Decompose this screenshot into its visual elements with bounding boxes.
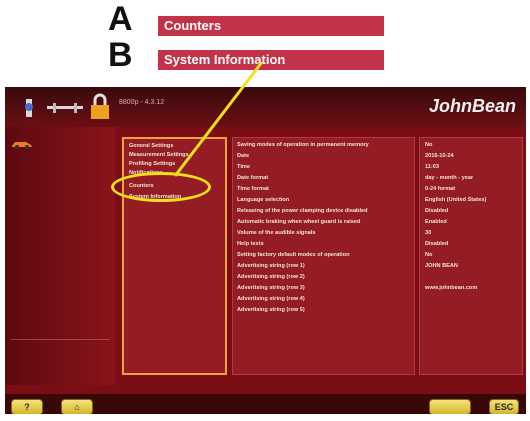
balancer-icon [25, 99, 33, 117]
setting-label[interactable]: Advertising string (row 2) [237, 274, 305, 280]
help-button[interactable]: ? [11, 399, 43, 414]
device-screen: 8800p - 4.3.12 JohnBean General Settings… [5, 87, 526, 414]
esc-button[interactable]: ESC [489, 399, 519, 414]
setting-label[interactable]: Advertising string (row 1) [237, 263, 305, 269]
callout-letter-a: A [108, 0, 133, 38]
setting-label[interactable]: Saving modes of operation in permanent m… [237, 142, 369, 148]
menu-item-measurement[interactable]: Measurement Settings [129, 152, 189, 158]
setting-label[interactable]: Releasing of the power clamping device d… [237, 208, 368, 214]
home-button[interactable]: ⌂ [61, 399, 93, 414]
setting-label[interactable]: Time format [237, 186, 269, 192]
setting-value[interactable]: Enabled [425, 219, 447, 225]
highlight-ellipse [111, 172, 211, 202]
setting-label[interactable]: Volume of the audible signals [237, 230, 316, 236]
top-bar: 8800p - 4.3.12 JohnBean [5, 87, 526, 127]
menu-item-general[interactable]: General Settings [129, 143, 173, 149]
setting-label[interactable]: Advertising string (row 4) [237, 296, 305, 302]
setting-value[interactable]: 30 [425, 230, 431, 236]
setting-value[interactable]: English (United States) [425, 197, 486, 203]
setting-value[interactable]: day - month - year [425, 175, 473, 181]
home-icon: ⌂ [74, 402, 80, 412]
setting-label[interactable]: Language selection [237, 197, 289, 203]
confirm-button[interactable] [429, 399, 471, 414]
wheel-clamp-icon [47, 103, 83, 113]
setting-label[interactable]: Date [237, 153, 249, 159]
menu-item-profiling[interactable]: Profiling Settings [129, 161, 175, 167]
software-version: 8800p - 4.3.12 [119, 99, 165, 106]
car-icon [12, 142, 32, 149]
johnbean-logo: JohnBean [428, 96, 516, 116]
setting-value[interactable]: Disabled [425, 241, 448, 247]
setting-value[interactable]: 2016-10-24 [425, 153, 454, 159]
setting-value[interactable]: www.johnbean.com [425, 285, 477, 291]
setting-label[interactable]: Advertising string (row 5) [237, 307, 305, 313]
setting-label[interactable]: Setting factory default modes of operati… [237, 252, 350, 258]
setting-value[interactable]: JOHN BEAN [425, 263, 458, 269]
setting-value[interactable]: 11:03 [425, 164, 439, 170]
setting-label[interactable]: Date format [237, 175, 268, 181]
setting-value[interactable]: No [425, 252, 432, 258]
callout-letter-b: B [108, 36, 133, 74]
bottom-bar: ? ⌂ ESC [5, 394, 526, 414]
callout-label-a: Counters [158, 16, 384, 36]
setting-label[interactable]: Advertising string (row 3) [237, 285, 305, 291]
left-panel-divider [11, 339, 109, 340]
settings-values-column: No 2016-10-24 11:03 day - month - year 0… [419, 137, 523, 375]
callout-label-b: System Information [158, 50, 384, 70]
setting-label[interactable]: Help texts [237, 241, 264, 247]
setting-value[interactable]: No [425, 142, 432, 148]
setting-value[interactable]: Disabled [425, 208, 448, 214]
setting-label[interactable]: Time [237, 164, 250, 170]
lock-icon [91, 93, 109, 119]
left-panel [5, 127, 115, 385]
settings-labels-column: Saving modes of operation in permanent m… [232, 137, 415, 375]
setting-value[interactable]: 0-24 format [425, 186, 455, 192]
setting-label[interactable]: Automatic braking when wheel guard is ra… [237, 219, 360, 225]
